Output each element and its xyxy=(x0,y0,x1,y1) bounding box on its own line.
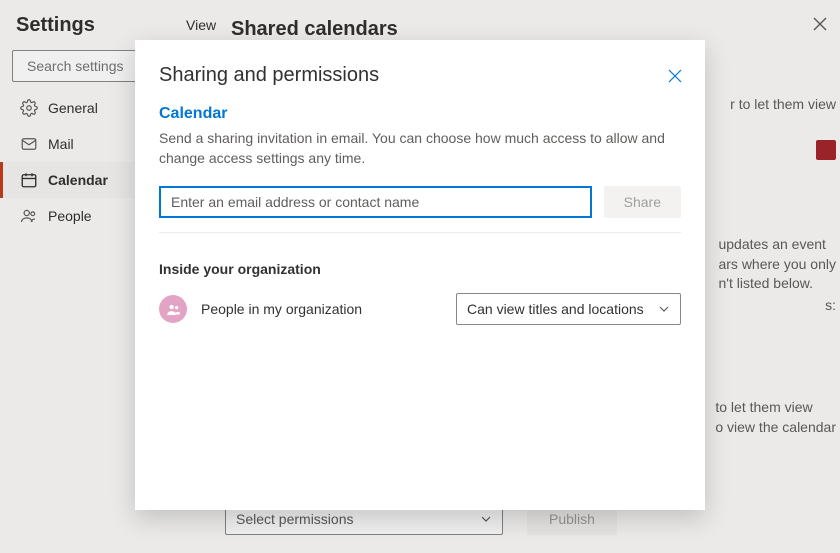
share-email-input[interactable] xyxy=(159,186,592,218)
divider xyxy=(159,232,681,233)
sharing-permissions-dialog: Sharing and permissions Calendar Send a … xyxy=(135,40,705,510)
org-section-title: Inside your organization xyxy=(159,261,681,277)
close-dialog-button[interactable] xyxy=(663,64,687,88)
people-icon xyxy=(166,302,181,317)
dialog-description: Send a sharing invitation in email. You … xyxy=(159,129,681,168)
org-permission-value: Can view titles and locations xyxy=(467,301,644,317)
calendar-section-title: Calendar xyxy=(159,105,681,123)
chevron-down-icon xyxy=(658,303,670,315)
org-permission-dropdown[interactable]: Can view titles and locations xyxy=(456,293,681,325)
org-permission-row: People in my organization Can view title… xyxy=(159,293,681,325)
org-avatar xyxy=(159,295,187,323)
share-button[interactable]: Share xyxy=(604,186,681,218)
dialog-title: Sharing and permissions xyxy=(159,64,681,87)
org-label: People in my organization xyxy=(201,301,442,317)
